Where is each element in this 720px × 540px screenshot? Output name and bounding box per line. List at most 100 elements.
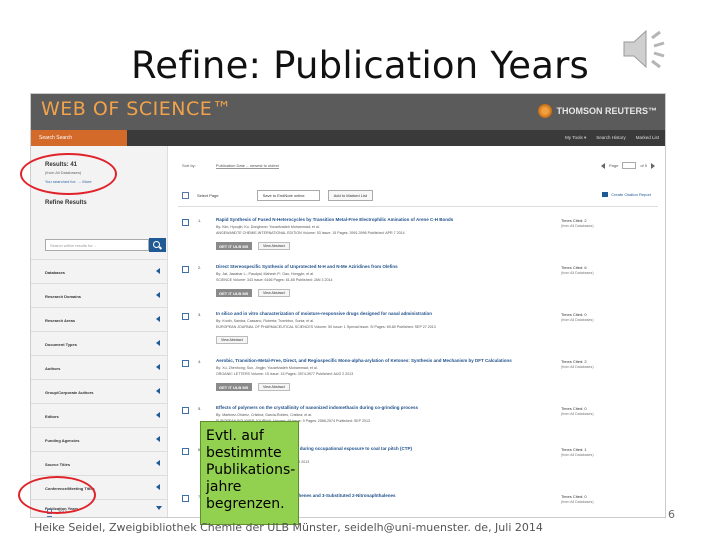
- slide-title: Refine: Publication Years: [131, 44, 589, 87]
- record-checkbox[interactable]: [182, 407, 189, 414]
- times-cited-source: (from All Databases): [561, 271, 594, 275]
- times-cited[interactable]: Times Cited: 6: [561, 265, 587, 270]
- times-cited-source: (from All Databases): [561, 365, 594, 369]
- year-label: 2007: [58, 516, 67, 517]
- wos-subbar: Search Search My Tools ▾ Search History …: [31, 130, 665, 146]
- search-tab[interactable]: Search Search: [31, 130, 127, 146]
- chevron-left-icon: [156, 316, 160, 322]
- search-history-link[interactable]: Search History: [596, 135, 626, 141]
- record-title-link[interactable]: Direct Stereospecific Synthesis of Unpro…: [216, 264, 516, 269]
- times-cited[interactable]: Times Cited: 2: [561, 218, 587, 223]
- page-number-input[interactable]: [622, 162, 637, 169]
- annotation-note: Evtl. auf bestimmte Publikations-jahre b…: [200, 421, 299, 525]
- record-source: ORGANIC LETTERS Volume: 15 Issue: 15 Pag…: [216, 372, 354, 376]
- times-cited[interactable]: Times Cited: 1: [561, 447, 587, 452]
- view-abstract-button[interactable]: View Abstract: [258, 242, 290, 250]
- record-checkbox[interactable]: [182, 448, 189, 455]
- select-page-label: Select Page: [197, 193, 219, 198]
- web-of-science-screenshot: WEB OF SCIENCE™ THOMSON REUTERS™ Search …: [30, 93, 666, 518]
- times-cited-source: (from All Databases): [561, 412, 594, 416]
- record-source: ANGEWANDTE CHEMIE-INTERNATIONAL EDITION …: [216, 231, 405, 235]
- thomson-reuters-label: THOMSON REUTERS™: [556, 106, 657, 116]
- divider: [178, 206, 658, 207]
- top-links: My Tools ▾ Search History Marked List: [565, 135, 659, 141]
- next-page-icon[interactable]: [651, 162, 655, 169]
- record-checkbox[interactable]: [182, 219, 189, 226]
- slide-footer: Heike Seidel, Zweigbibliothek Chemie der…: [34, 521, 543, 534]
- get-it-button[interactable]: GET IT ULB MS: [216, 242, 252, 250]
- chevron-left-icon: [156, 436, 160, 442]
- record-checkbox[interactable]: [182, 360, 189, 367]
- view-abstract-button[interactable]: View Abstract: [258, 383, 290, 391]
- facet-label: Group/Corporate Authors: [45, 390, 94, 395]
- times-cited-source: (from All Databases): [561, 453, 594, 457]
- get-it-button[interactable]: GET IT ULB MS: [216, 383, 252, 391]
- page-of-label: of 5: [640, 163, 647, 168]
- sort-select[interactable]: Publication Date -- newest to oldest: [215, 163, 279, 169]
- search-icon[interactable]: [149, 238, 166, 252]
- wos-header: WEB OF SCIENCE™ THOMSON REUTERS™: [31, 94, 665, 130]
- times-cited[interactable]: Times Cited: 2: [561, 359, 587, 364]
- sort-label: Sort by:: [182, 163, 196, 168]
- record-checkbox[interactable]: [182, 266, 189, 273]
- result-record: 1. Rapid Synthesis of Fused N-Heterocycl…: [168, 209, 665, 255]
- page-number: 6: [668, 508, 675, 521]
- facet-label: Source Titles: [45, 462, 71, 467]
- times-cited[interactable]: Times Cited: 0: [561, 406, 587, 411]
- chevron-left-icon: [156, 364, 160, 370]
- year-option-2007[interactable]: 2007: [47, 516, 67, 517]
- my-tools-link[interactable]: My Tools ▾: [565, 135, 586, 141]
- refine-results-title: Refine Results: [45, 200, 87, 206]
- times-cited[interactable]: Times Cited: 0: [561, 494, 587, 499]
- select-page-checkbox[interactable]: [182, 192, 189, 199]
- record-number: 5.: [198, 406, 202, 411]
- refine-sidebar: Results: 41 (from All Databases) You sea…: [31, 146, 168, 517]
- times-cited[interactable]: Times Cited: 0: [561, 312, 587, 317]
- facet-funding-agencies[interactable]: Funding Agencies: [31, 427, 168, 451]
- record-title-link[interactable]: In silico and in vitro characterization …: [216, 311, 516, 316]
- pager: Page of 5: [600, 162, 655, 169]
- get-it-button[interactable]: GET IT ULB MS: [216, 289, 252, 297]
- facet-label: Authors: [45, 366, 61, 371]
- add-to-marked-list-button[interactable]: Add to Marked List: [327, 190, 373, 201]
- chevron-left-icon: [156, 412, 160, 418]
- facet-authors[interactable]: Authors: [31, 355, 168, 379]
- marked-list-link[interactable]: Marked List: [636, 135, 659, 141]
- year-checkbox[interactable]: [47, 516, 52, 517]
- facet-document-types[interactable]: Document Types: [31, 331, 168, 355]
- facet-source-titles[interactable]: Source Titles: [31, 451, 168, 475]
- facet-label: Research Areas: [45, 318, 76, 323]
- view-abstract-button[interactable]: View Abstract: [216, 336, 248, 344]
- facet-databases[interactable]: Databases: [31, 259, 168, 283]
- record-number: 3.: [198, 312, 202, 317]
- record-title-link[interactable]: Rapid Synthesis of Fused N-Heterocycles …: [216, 217, 516, 222]
- view-abstract-button[interactable]: View Abstract: [258, 289, 290, 297]
- chevron-left-icon: [156, 340, 160, 346]
- record-title-link[interactable]: Aerobic, Transition-Metal-Free, Direct, …: [216, 358, 516, 363]
- chevron-left-icon: [156, 460, 160, 466]
- previous-page-icon[interactable]: [600, 162, 605, 169]
- facet-label: Research Domains: [45, 294, 82, 299]
- create-citation-report-link[interactable]: Create Citation Report: [602, 192, 651, 197]
- record-source: EUROPEAN JOURNAL OF PHARMACEUTICAL SCIEN…: [216, 325, 436, 329]
- facet-label: Databases: [45, 270, 66, 275]
- result-record: 4. Aerobic, Transition-Metal-Free, Direc…: [168, 350, 665, 396]
- facet-editors[interactable]: Editors: [31, 403, 168, 427]
- save-to-endnote-select[interactable]: Save to EndNote online: [256, 190, 320, 201]
- sort-bar: Sort by: Publication Date -- newest to o…: [182, 163, 279, 169]
- record-title-link[interactable]: Effects of polymers on the crystallinity…: [216, 405, 516, 410]
- record-checkbox[interactable]: [182, 495, 189, 502]
- facet-group-authors[interactable]: Group/Corporate Authors: [31, 379, 168, 403]
- record-checkbox[interactable]: [182, 313, 189, 320]
- facet-research-areas[interactable]: Research Areas: [31, 307, 168, 331]
- speaker-icon[interactable]: [620, 26, 670, 72]
- facet-label: Editors: [45, 414, 59, 419]
- facet-label: Document Types: [45, 342, 77, 347]
- wos-logo[interactable]: WEB OF SCIENCE™: [41, 98, 232, 120]
- refine-search-input[interactable]: Search within results for...: [45, 239, 149, 251]
- facet-research-domains[interactable]: Research Domains: [31, 283, 168, 307]
- highlight-oval-publication-years: [18, 476, 96, 514]
- record-authors: By: Jat, Jawahar L.; Paudyal, Mahesh P.;…: [216, 272, 315, 276]
- citation-report-label: Create Citation Report: [611, 192, 651, 197]
- result-record: 2. Direct Stereospecific Synthesis of Un…: [168, 256, 665, 302]
